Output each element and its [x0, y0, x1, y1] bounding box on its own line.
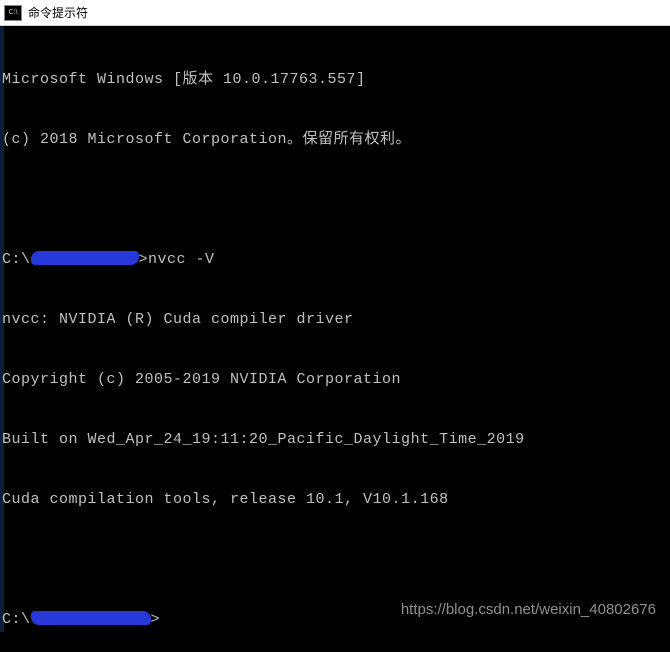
nvcc-output-1: nvcc: NVIDIA (R) Cuda compiler driver — [2, 310, 668, 330]
prompt-command: >nvcc -V — [139, 251, 215, 268]
cmd-icon-text: C:\ — [9, 9, 18, 16]
cmd-icon: C:\ — [4, 5, 22, 21]
terminal-output[interactable]: Microsoft Windows [版本 10.0.17763.557] (c… — [0, 26, 670, 652]
prompt-cursor: > — [151, 611, 161, 628]
prompt-line-1: C:\ >nvcc -V — [2, 250, 668, 270]
copyright-line: (c) 2018 Microsoft Corporation。保留所有权利。 — [2, 130, 668, 150]
redacted-path — [31, 251, 139, 265]
prompt-prefix: C:\ — [2, 251, 31, 268]
nvcc-output-2: Copyright (c) 2005-2019 NVIDIA Corporati… — [2, 370, 668, 390]
nvcc-output-4: Cuda compilation tools, release 10.1, V1… — [2, 490, 668, 510]
window-title: 命令提示符 — [28, 4, 88, 21]
redacted-path — [31, 611, 151, 625]
version-line: Microsoft Windows [版本 10.0.17763.557] — [2, 70, 668, 90]
blank-line — [2, 190, 668, 210]
prompt-prefix: C:\ — [2, 611, 31, 628]
window-titlebar[interactable]: C:\ 命令提示符 — [0, 0, 670, 26]
blank-line — [2, 550, 668, 570]
nvcc-output-3: Built on Wed_Apr_24_19:11:20_Pacific_Day… — [2, 430, 668, 450]
watermark-text: https://blog.csdn.net/weixin_40802676 — [401, 601, 656, 618]
